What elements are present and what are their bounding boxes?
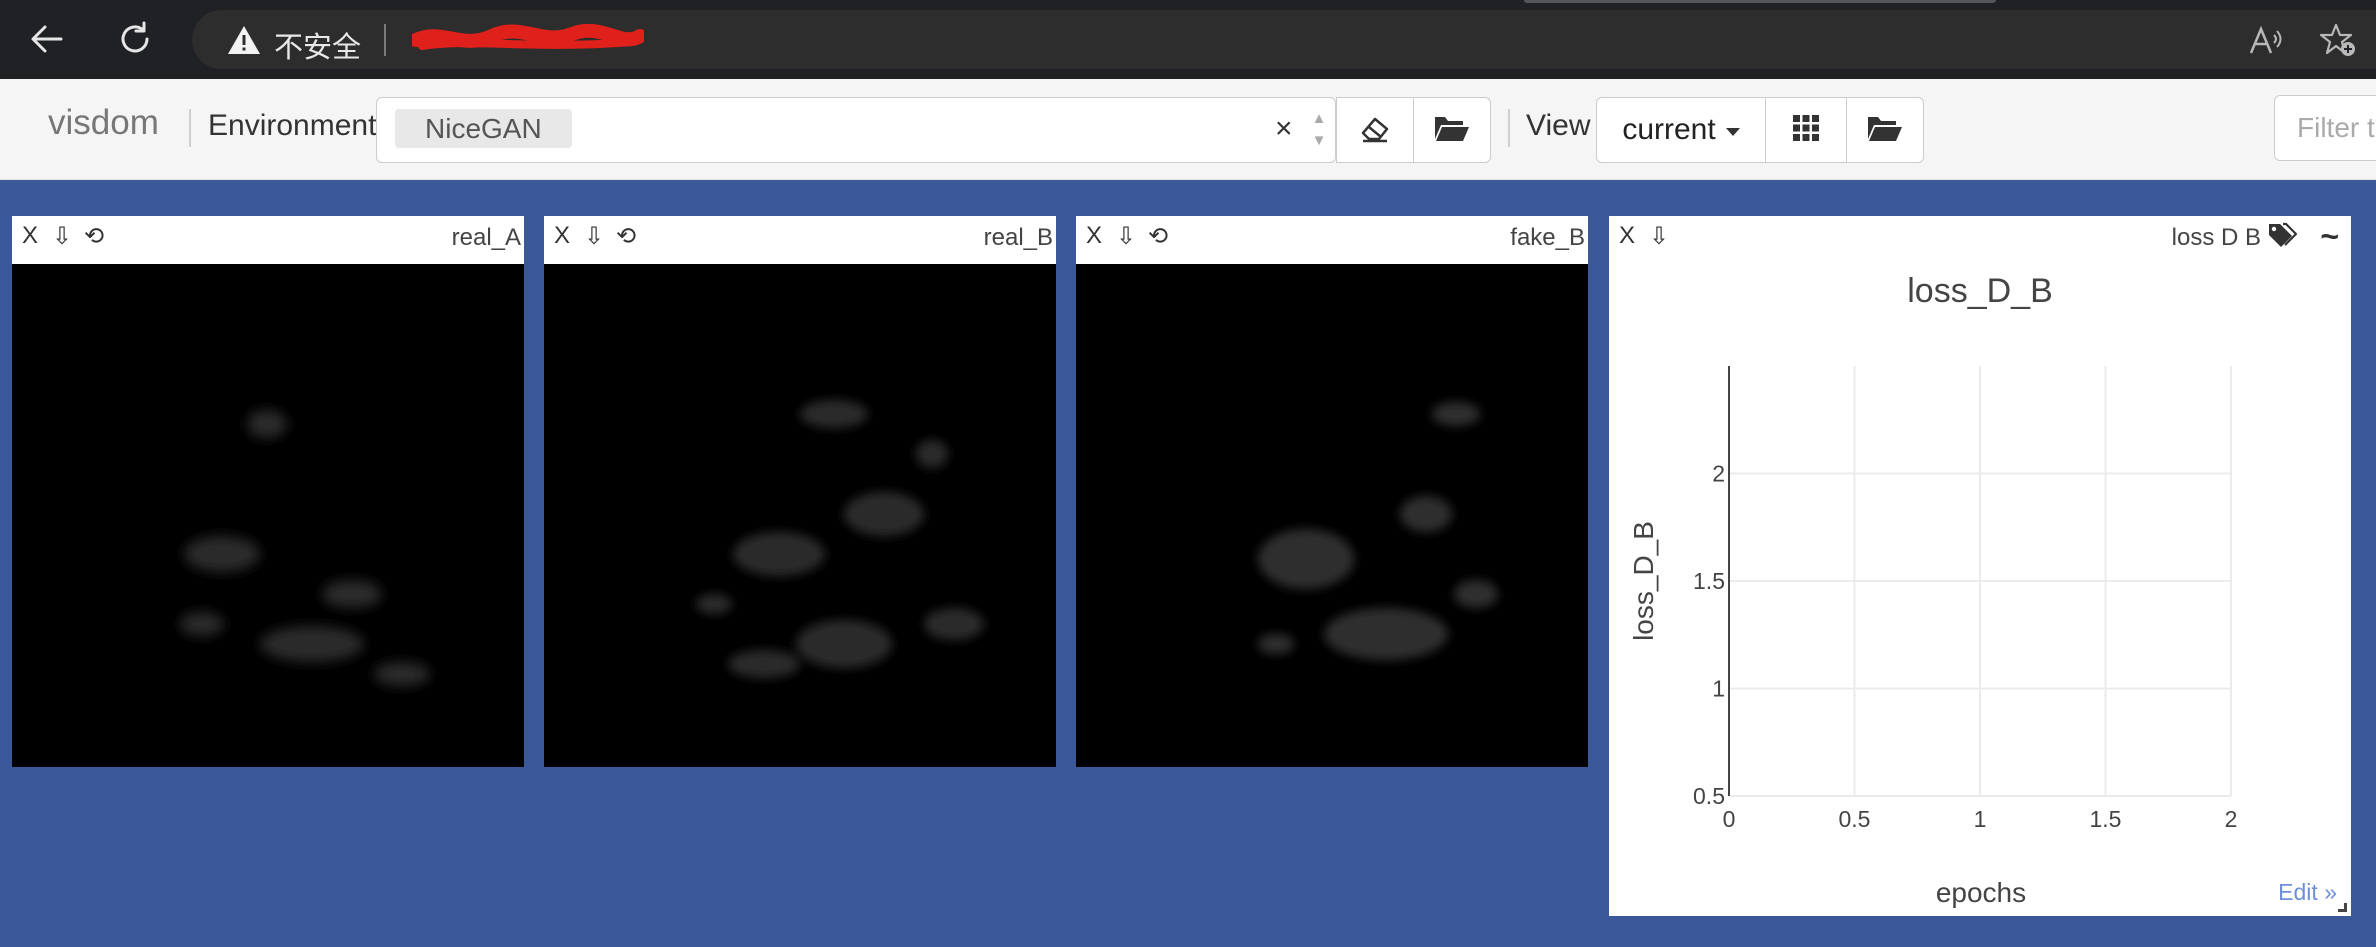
grid-icon (1793, 114, 1819, 146)
download-icon[interactable]: ⇩ (1116, 222, 1136, 251)
download-icon[interactable]: ⇩ (52, 222, 72, 251)
plot-pane-loss-d-b[interactable]: X ⇩ loss D B ~ loss_D_B 0 0.5 1 1.5 2 0.5 1 1.5… (1609, 216, 2351, 916)
visdom-toolbar: visdom Environment NiceGAN × ▲ ▼ View cur… (0, 79, 2376, 180)
back-arrow-icon[interactable] (24, 16, 70, 62)
x-tick-label: 2 (2225, 806, 2238, 832)
image-pane-fake-b[interactable]: X ⇩ ⟲ fake_B (1076, 216, 1588, 767)
image-display (12, 264, 524, 767)
redacted-url-scribble (409, 23, 647, 54)
reset-icon[interactable]: ⟲ (1148, 222, 1168, 251)
resize-handle[interactable] (2338, 903, 2347, 912)
pane-title: fake_B (1510, 224, 1585, 251)
security-status-label[interactable]: 不安全 (274, 24, 361, 66)
caret-down-icon (1725, 128, 1740, 136)
address-separator (384, 24, 386, 56)
clear-environment-button[interactable]: × (1275, 112, 1293, 146)
x-tick-label: 1.5 (2090, 806, 2122, 832)
folder-open-icon (1433, 113, 1471, 148)
close-pane-button[interactable]: X (22, 222, 38, 250)
pane-title: real_A (451, 224, 521, 251)
address-bar[interactable]: 不安全 (192, 10, 2376, 69)
loss-plot[interactable]: 0 0.5 1 1.5 20.511.52epochsloss_D_B (1609, 216, 2351, 916)
image-pane-real-b[interactable]: X ⇩ ⟲ real_B (544, 216, 1056, 767)
environment-selector[interactable]: NiceGAN × ▲ ▼ (376, 97, 1336, 163)
browser-chrome: 不安全 (0, 0, 2376, 79)
download-icon[interactable]: ⇩ (584, 222, 604, 251)
folder-open-icon (1866, 113, 1904, 148)
reset-icon[interactable]: ⟲ (84, 222, 104, 251)
warning-triangle-icon[interactable] (226, 24, 262, 61)
x-tick-label: 1 (1974, 806, 1987, 832)
x-tick-label: 0.5 (1839, 806, 1871, 832)
brand-logo[interactable]: visdom (48, 103, 159, 143)
eraser-icon (1359, 113, 1391, 148)
manage-environments-button[interactable] (1413, 97, 1491, 163)
x-axis-title: epochs (1936, 877, 2026, 908)
pane-titlebar[interactable]: X ⇩ ⟲ real_A (12, 216, 524, 264)
image-pane-real-a[interactable]: X ⇩ ⟲ real_A (12, 216, 524, 767)
view-selected-value: current (1622, 113, 1716, 146)
x-tick-label: 0 (1723, 806, 1736, 832)
edit-plot-link[interactable]: Edit » (2278, 879, 2337, 906)
favorites-add-icon[interactable] (2318, 20, 2358, 60)
y-axis-title: loss_D_B (1628, 521, 1659, 641)
pane-titlebar[interactable]: X ⇩ ⟲ fake_B (1076, 216, 1588, 264)
filter-input[interactable]: Filter text (2274, 95, 2376, 161)
y-tick-label: 1 (1712, 676, 1725, 702)
environment-spinner[interactable]: ▲ ▼ (1306, 108, 1332, 154)
manage-views-button[interactable] (1846, 97, 1924, 163)
y-tick-label: 2 (1712, 461, 1725, 487)
close-pane-button[interactable]: X (554, 222, 570, 250)
eraser-button[interactable] (1336, 97, 1414, 163)
view-label: View (1526, 109, 1591, 142)
close-pane-button[interactable]: X (1086, 222, 1102, 250)
environment-label: Environment (208, 109, 377, 142)
view-dropdown[interactable]: current (1596, 97, 1766, 163)
reset-icon[interactable]: ⟲ (616, 222, 636, 251)
toolbar-divider (1508, 109, 1510, 147)
repack-layout-button[interactable] (1765, 97, 1847, 163)
environment-tag[interactable]: NiceGAN (395, 109, 572, 148)
image-display (544, 264, 1056, 767)
y-tick-label: 1.5 (1693, 568, 1725, 594)
pane-title: real_B (983, 224, 1053, 251)
tab-strip-indicator (1524, 0, 1996, 3)
read-aloud-icon[interactable] (2246, 20, 2286, 60)
toolbar-divider (189, 109, 191, 147)
y-tick-label: 0.5 (1693, 783, 1725, 809)
image-display (1076, 264, 1588, 767)
reload-icon[interactable] (112, 16, 158, 62)
pane-titlebar[interactable]: X ⇩ ⟲ real_B (544, 216, 1056, 264)
